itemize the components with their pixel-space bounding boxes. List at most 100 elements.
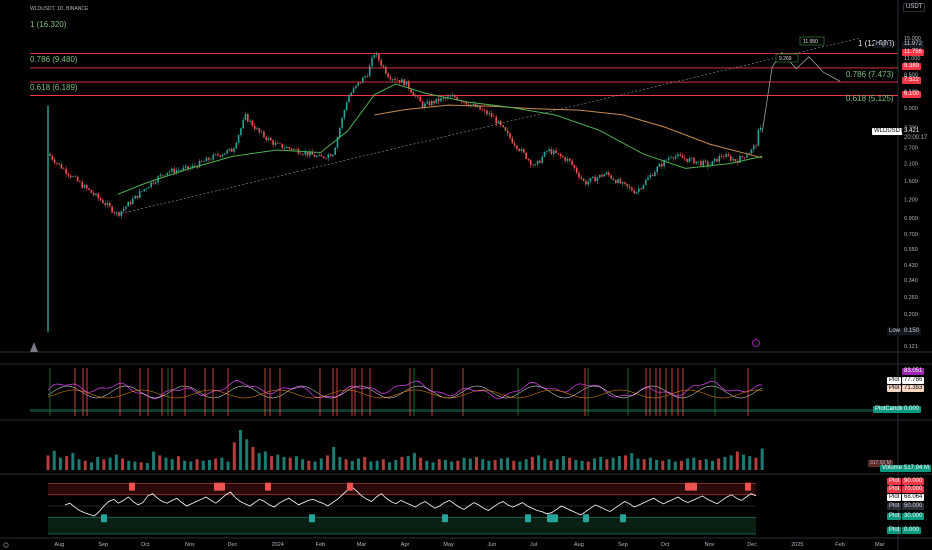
volume-bar (369, 461, 373, 470)
candle-body (612, 178, 615, 181)
candle-body (502, 125, 504, 128)
y-tick-label: 0.550 (904, 247, 918, 253)
volume-bar (400, 456, 404, 470)
volume-bar (338, 456, 342, 470)
candle-body (642, 184, 645, 189)
volume-bar (561, 456, 565, 470)
volume-bar (692, 457, 696, 470)
candle-body (334, 147, 336, 155)
volume-bar (239, 430, 243, 470)
candle-body (76, 176, 79, 182)
candle-body (417, 95, 419, 97)
volume-bar (636, 458, 640, 470)
candle-body (230, 148, 233, 152)
candle-body (304, 151, 307, 155)
candle-body (69, 175, 72, 178)
candle-body (536, 160, 539, 165)
candle-body (585, 180, 587, 185)
candle-body (368, 65, 371, 77)
candle-body (704, 160, 707, 162)
candle-body (99, 198, 102, 201)
candle-body (387, 73, 389, 78)
rsi-buy-marker (583, 514, 589, 523)
candle-body (224, 153, 226, 155)
candle-body (136, 195, 139, 198)
candle-body (716, 158, 718, 162)
candle-body (88, 188, 90, 190)
candle-body (442, 97, 445, 99)
price-tag-9389: 9.389 (902, 63, 922, 70)
volume-bar (686, 458, 690, 470)
x-tick-label: Oct (661, 542, 670, 548)
volume-bar (543, 458, 547, 470)
candle-body (424, 103, 426, 108)
candle-body (403, 79, 405, 86)
candle-body (380, 60, 382, 66)
volume-bar (313, 461, 317, 470)
candle-body (249, 120, 251, 122)
candle-body (557, 153, 560, 154)
candle-body (316, 155, 318, 157)
x-tick-label: Sep (618, 542, 628, 548)
candle-body (378, 53, 380, 61)
candle-body (345, 102, 348, 111)
candle-body (214, 153, 217, 155)
volume-bar (226, 461, 230, 470)
y-tick-label: 0.700 (904, 232, 918, 238)
rsi-sell-marker (691, 482, 697, 491)
candle-body (389, 77, 392, 80)
candle-body (651, 175, 654, 177)
osc-tag-2-label: Plot (887, 377, 902, 384)
candle-body (571, 160, 573, 165)
candle-body (412, 92, 415, 96)
osc-tag-3: 71.353 (902, 385, 925, 392)
volume-bar (301, 459, 305, 470)
candle-body (385, 66, 387, 74)
volume-bar (518, 461, 522, 470)
candle-body (67, 173, 70, 176)
peak-annotation-2: 9.269 (779, 56, 792, 62)
candle-body (129, 201, 132, 205)
x-tick-label: Aug (574, 542, 584, 548)
price-tag-6100: 6.100 (902, 91, 922, 98)
volume-bar (257, 453, 261, 470)
candle-body (327, 154, 330, 159)
candle-body (253, 125, 256, 130)
candle-body (610, 175, 612, 179)
candle-body (306, 151, 309, 156)
x-tick-label: Oct (141, 542, 150, 548)
volume-bar (419, 457, 423, 470)
currency-label[interactable]: USDT (903, 3, 926, 12)
candle-body (341, 117, 343, 128)
candle-body (398, 80, 401, 83)
chart-canvas[interactable]: 15.00011.0008.5006.5005.0003.7002.7002.1… (0, 0, 932, 550)
rsi-90: 90.000 (902, 478, 925, 485)
candle-body (168, 171, 171, 173)
volume-bar (176, 456, 180, 470)
candle-body (755, 145, 757, 147)
candle-body (348, 96, 350, 103)
volume-bar (462, 457, 466, 470)
rsi-0: 0.000 (902, 527, 922, 534)
candle-body (396, 80, 399, 81)
x-tick-label: Jun (487, 542, 496, 548)
candle-body (693, 157, 695, 164)
peak-annotation-1: 11.950 (803, 39, 818, 45)
candle-body (391, 78, 394, 80)
volume-bar (742, 454, 746, 470)
candle-body (518, 149, 520, 151)
volume-bar (189, 461, 193, 470)
volume-bar (443, 460, 447, 470)
candle-body (513, 143, 516, 146)
fib-label-786-left: 0.786 (9.480) (30, 55, 78, 64)
candle-body (401, 79, 403, 83)
volume-bar (555, 459, 559, 470)
rsi-buy-marker (620, 514, 626, 523)
candle-body (697, 161, 700, 162)
candle-body (182, 167, 185, 171)
volume-bar (102, 459, 106, 470)
candle-body (605, 172, 608, 175)
candle-body (548, 149, 550, 152)
candle-body (532, 164, 534, 166)
candle-body (74, 176, 77, 178)
